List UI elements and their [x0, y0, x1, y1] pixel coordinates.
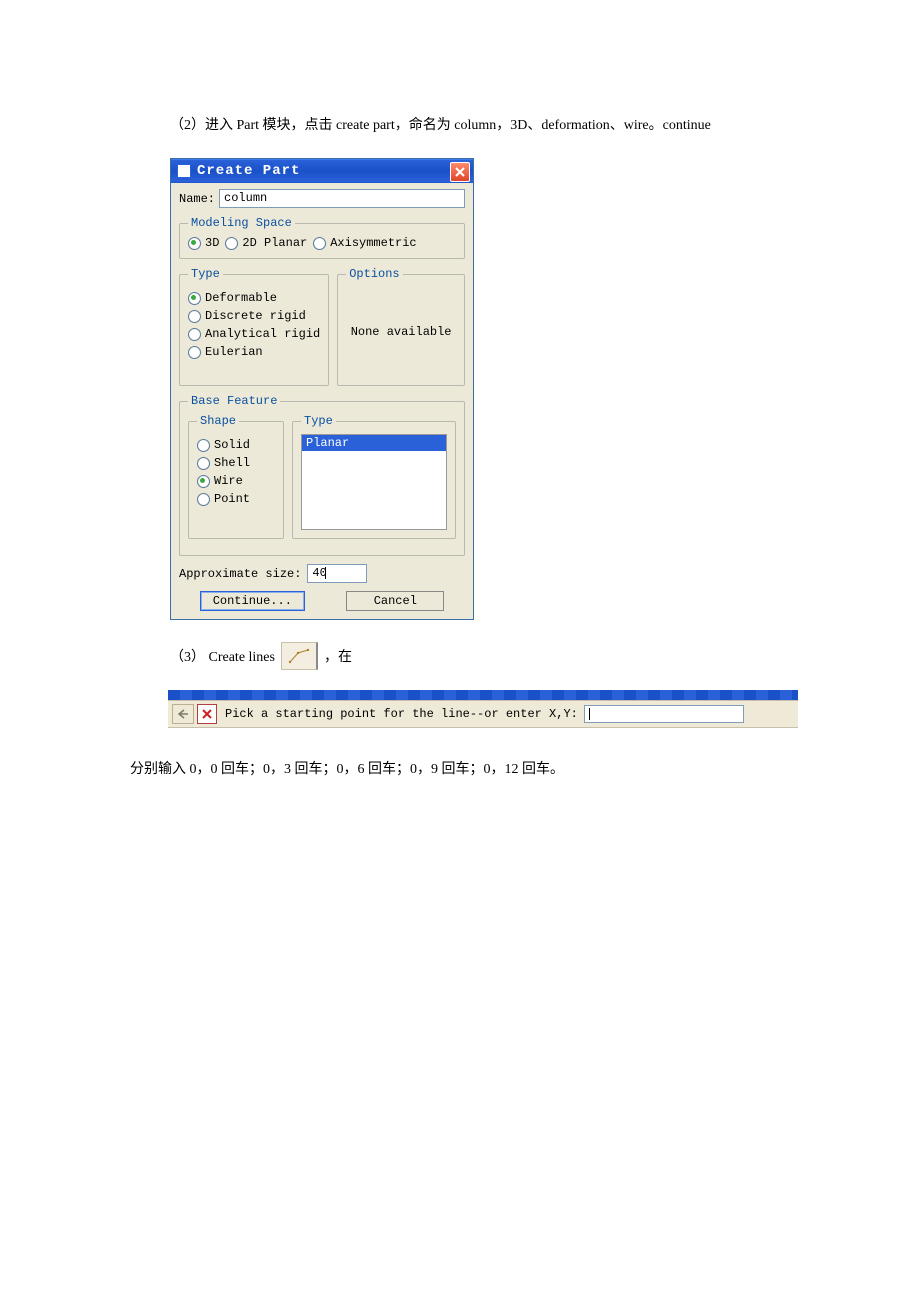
- radio-icon: [197, 457, 210, 470]
- radio-discrete-rigid[interactable]: Discrete rigid: [188, 309, 320, 323]
- radio-3d[interactable]: 3D: [188, 236, 219, 250]
- radio-point[interactable]: Point: [197, 492, 275, 506]
- modeling-space-group: Modeling Space 3D 2D Planar Axisymmetric: [179, 216, 465, 259]
- radio-wire[interactable]: Wire: [197, 474, 275, 488]
- cancel-x-button[interactable]: [197, 704, 217, 724]
- radio-label: Eulerian: [205, 345, 263, 359]
- x-icon: [201, 708, 213, 720]
- toolbar-strip: [168, 690, 798, 700]
- base-feature-legend: Base Feature: [188, 394, 280, 408]
- type-legend: Type: [188, 267, 223, 281]
- options-legend: Options: [346, 267, 402, 281]
- name-input[interactable]: column: [219, 189, 465, 208]
- radio-analytical-rigid[interactable]: Analytical rigid: [188, 327, 320, 341]
- radio-label: Solid: [214, 438, 250, 452]
- instruction-input-values: 分别输入 0，0 回车；0，3 回车；0，6 回车；0，9 回车；0，12 回车…: [130, 758, 860, 778]
- create-lines-tool-icon[interactable]: [281, 642, 318, 670]
- radio-axisymmetric[interactable]: Axisymmetric: [313, 236, 416, 250]
- cancel-button[interactable]: Cancel: [346, 591, 444, 611]
- modeling-space-legend: Modeling Space: [188, 216, 295, 230]
- radio-icon: [188, 328, 201, 341]
- radio-2d-planar[interactable]: 2D Planar: [225, 236, 307, 250]
- arrow-left-icon: [176, 708, 190, 720]
- instruction-step-3-prefix: （3） Create lines: [170, 646, 275, 666]
- close-button[interactable]: [450, 162, 470, 182]
- options-group: Options None available: [337, 267, 465, 386]
- close-icon: [454, 166, 466, 178]
- radio-label: Wire: [214, 474, 243, 488]
- radio-icon: [188, 346, 201, 359]
- radio-icon: [197, 439, 210, 452]
- back-button[interactable]: [172, 704, 194, 724]
- approx-size-label: Approximate size:: [179, 567, 301, 581]
- type-option-planar[interactable]: Planar: [302, 435, 446, 451]
- radio-icon: [313, 237, 326, 250]
- radio-label: Point: [214, 492, 250, 506]
- radio-label: Discrete rigid: [205, 309, 306, 323]
- shape-group: Shape Solid Shell: [188, 414, 284, 539]
- radio-icon: [197, 493, 210, 506]
- radio-icon: [188, 292, 201, 305]
- approx-size-input[interactable]: 40: [307, 564, 367, 583]
- radio-deformable[interactable]: Deformable: [188, 291, 320, 305]
- continue-button[interactable]: Continue...: [200, 591, 305, 611]
- radio-solid[interactable]: Solid: [197, 438, 275, 452]
- type-group: Type Deformable Discrete rigid Analyt: [179, 267, 329, 386]
- radio-icon: [225, 237, 238, 250]
- radio-label: 3D: [205, 236, 219, 250]
- shape-legend: Shape: [197, 414, 239, 428]
- base-type-group: Type Planar: [292, 414, 456, 539]
- radio-icon: [188, 237, 201, 250]
- radio-label: Axisymmetric: [330, 236, 416, 250]
- create-part-dialog: Create Part Name: column Modeling Space …: [170, 158, 474, 620]
- dialog-title: Create Part: [197, 163, 300, 179]
- prompt-input[interactable]: [584, 705, 744, 723]
- radio-eulerian[interactable]: Eulerian: [188, 345, 320, 359]
- prompt-bar: Pick a starting point for the line--or e…: [168, 700, 798, 728]
- dialog-titlebar[interactable]: Create Part: [171, 159, 473, 183]
- name-label: Name:: [179, 192, 215, 206]
- prompt-message: Pick a starting point for the line--or e…: [225, 707, 578, 721]
- radio-label: 2D Planar: [242, 236, 307, 250]
- radio-label: Analytical rigid: [205, 327, 320, 341]
- radio-shell[interactable]: Shell: [197, 456, 275, 470]
- instruction-step-3-suffix: ，在: [324, 646, 352, 666]
- dialog-icon: [177, 164, 191, 178]
- base-feature-group: Base Feature Shape Solid Shell: [179, 394, 465, 556]
- radio-label: Deformable: [205, 291, 277, 305]
- base-type-legend: Type: [301, 414, 336, 428]
- radio-icon: [197, 475, 210, 488]
- options-text: None available: [346, 287, 456, 377]
- instruction-step-2: （2）进入 Part 模块，点击 create part，命名为 column，…: [170, 114, 860, 134]
- radio-icon: [188, 310, 201, 323]
- radio-label: Shell: [214, 456, 250, 470]
- base-type-listbox[interactable]: Planar: [301, 434, 447, 530]
